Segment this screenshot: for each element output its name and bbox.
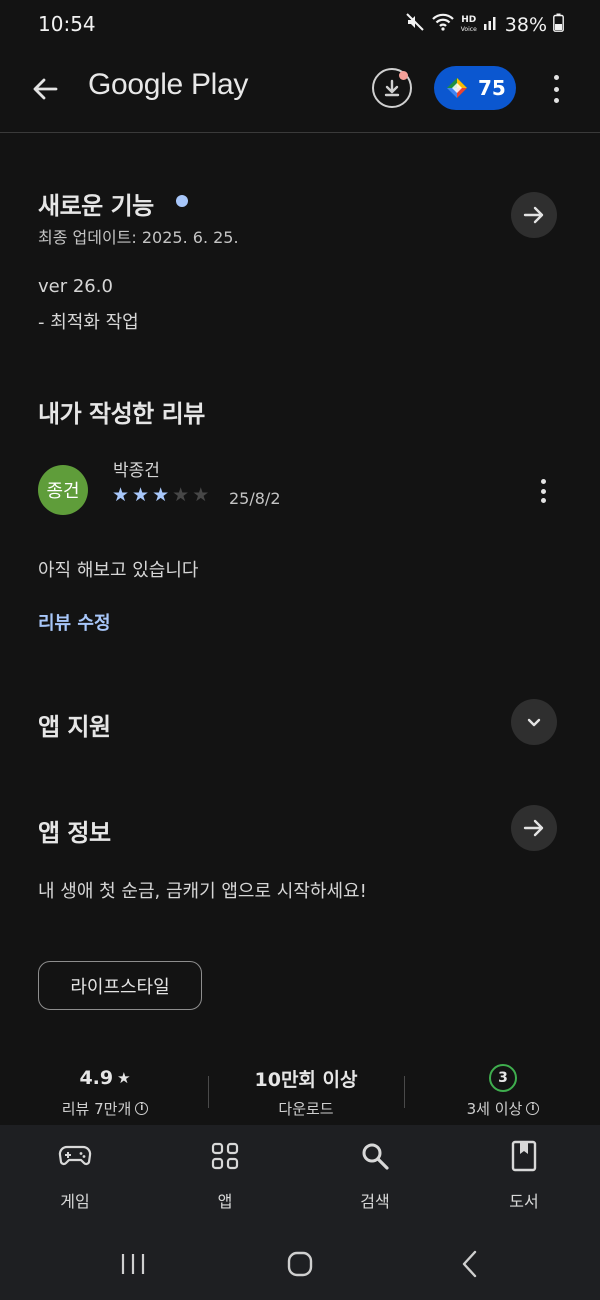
downloads-label: 다운로드	[278, 1100, 334, 1118]
rating-value: 4.9	[79, 1067, 114, 1089]
book-icon	[506, 1138, 542, 1174]
my-review-title: 내가 작성한 리뷰	[38, 400, 205, 428]
app-description: 내 생애 첫 순금, 금캐기 앱으로 시작하세요!	[38, 881, 367, 902]
hd-voice-icon: HD Voice	[460, 14, 477, 33]
status-time: 10:54	[38, 12, 96, 36]
gamepad-icon	[57, 1138, 93, 1174]
app-title: Google Play	[88, 68, 249, 101]
nav-games[interactable]: 게임	[30, 1138, 120, 1212]
category-chip[interactable]: 라이프스타일	[38, 961, 202, 1010]
search-icon	[357, 1138, 393, 1174]
home-icon	[287, 1251, 313, 1277]
arrow-forward-icon	[523, 819, 544, 837]
stat-rating[interactable]: 4.9 ★ 리뷰 7만개 i	[15, 1064, 195, 1119]
apps-grid-icon	[207, 1138, 243, 1174]
stat-downloads: 10만회 이상 다운로드	[216, 1064, 396, 1119]
reviews-count: 리뷰 7만개	[61, 1100, 132, 1118]
system-back-button[interactable]	[440, 1244, 500, 1284]
star-icon: ★	[117, 1069, 131, 1087]
review-date: 25/8/2	[229, 489, 281, 508]
downloads-value: 10만회 이상	[254, 1068, 358, 1091]
reviewer-name: 박종건	[113, 461, 160, 481]
whats-new-title: 새로운 기능	[38, 192, 154, 220]
play-points-icon	[447, 78, 467, 98]
info-icon: i	[135, 1102, 149, 1115]
stat-divider	[208, 1076, 209, 1108]
app-info-more-button[interactable]	[511, 805, 557, 851]
stat-divider	[404, 1076, 405, 1108]
play-points-value: 75	[478, 76, 506, 100]
last-updated: 최종 업데이트: 2025. 6. 25.	[38, 228, 239, 247]
back-button[interactable]	[24, 68, 66, 110]
battery-percent: 38%	[504, 13, 547, 36]
star-filled-icon: ★	[132, 484, 150, 506]
recent-apps-icon	[121, 1254, 145, 1274]
star-empty-icon: ★	[172, 484, 190, 506]
edit-review-link[interactable]: 리뷰 수정	[38, 609, 111, 635]
app-support-expand-button[interactable]	[511, 699, 557, 745]
home-button[interactable]	[270, 1244, 330, 1284]
notification-dot	[399, 71, 408, 80]
age-rating-badge: 3	[489, 1064, 517, 1092]
appbar-divider	[0, 132, 600, 133]
nav-search[interactable]: 검색	[330, 1138, 420, 1212]
age-rating-label: 3세 이상	[466, 1100, 523, 1118]
mute-icon	[405, 12, 425, 37]
signal-icon	[483, 13, 499, 36]
play-points-button[interactable]: 75	[434, 66, 516, 110]
stat-age-rating[interactable]: 3 3세 이상 i	[413, 1064, 593, 1119]
battery-icon	[553, 13, 564, 37]
avatar: 종건	[38, 465, 88, 515]
nav-apps-label: 앱	[217, 1192, 233, 1211]
version-text: ver 26.0	[38, 276, 113, 297]
nav-books[interactable]: 도서	[479, 1138, 569, 1212]
nav-games-label: 게임	[60, 1192, 90, 1211]
app-support-title: 앱 지원	[38, 713, 111, 741]
recent-apps-button[interactable]	[103, 1244, 163, 1284]
download-icon	[384, 79, 400, 97]
whats-new-more-button[interactable]	[511, 192, 557, 238]
nav-search-label: 검색	[360, 1192, 390, 1211]
chevron-left-icon	[462, 1250, 477, 1278]
star-empty-icon: ★	[192, 484, 210, 506]
star-filled-icon: ★	[112, 484, 130, 506]
status-icons: HD Voice 38%	[405, 12, 564, 37]
new-indicator-dot	[176, 195, 188, 207]
arrow-back-icon	[33, 78, 58, 100]
app-info-title: 앱 정보	[38, 819, 111, 847]
star-filled-icon: ★	[152, 484, 170, 506]
nav-apps[interactable]: 앱	[180, 1138, 270, 1212]
wifi-icon	[431, 12, 455, 37]
review-rating: ★ ★ ★ ★ ★	[112, 484, 209, 506]
update-note: - 최적화 작업	[38, 312, 139, 333]
review-more-button[interactable]	[529, 476, 557, 506]
chevron-down-icon	[527, 718, 541, 727]
review-text: 아직 해보고 있습니다	[38, 560, 199, 581]
more-options-button[interactable]	[542, 72, 570, 106]
info-icon: i	[526, 1102, 540, 1115]
nav-books-label: 도서	[509, 1192, 539, 1211]
arrow-forward-icon	[523, 206, 544, 224]
